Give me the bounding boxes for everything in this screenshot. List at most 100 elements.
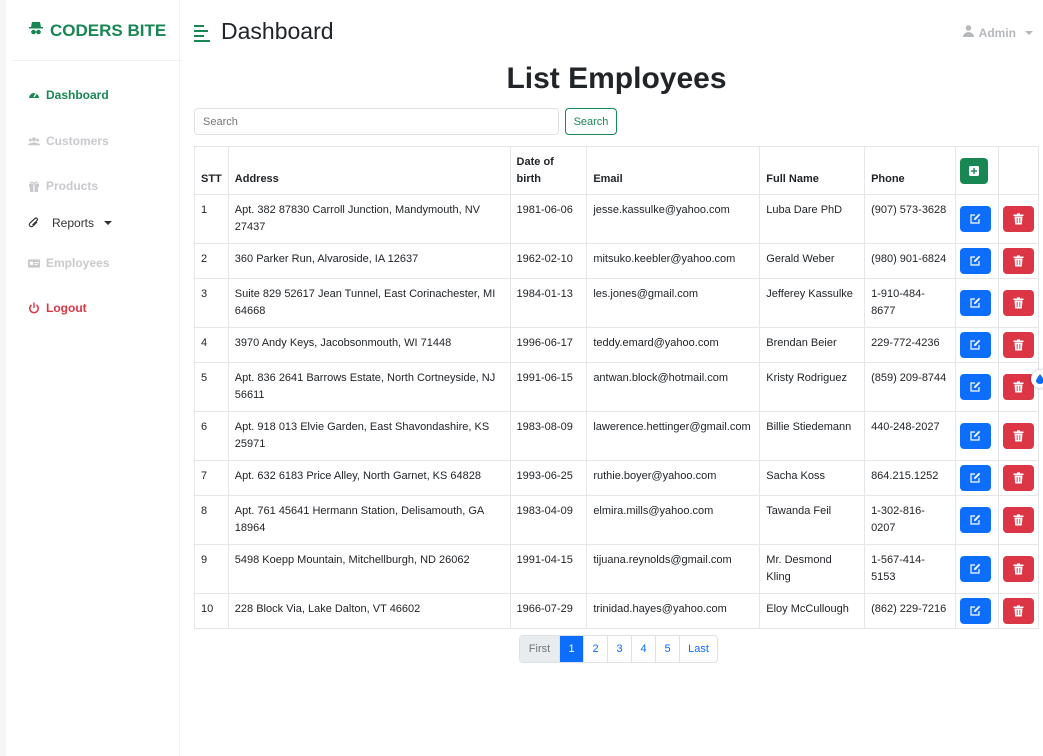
pagination-page-1[interactable]: 1 <box>559 636 583 662</box>
sidebar-item-reports[interactable]: Reports <box>28 216 113 230</box>
sidebar-item-label: Employees <box>46 256 110 270</box>
cell-email: lawerence.hettinger@gmail.com <box>586 411 761 461</box>
search-button[interactable]: Search <box>565 108 617 135</box>
delete-button[interactable] <box>1002 507 1034 533</box>
trash-icon <box>1013 605 1024 617</box>
edit-button[interactable] <box>959 556 991 582</box>
delete-button[interactable] <box>1002 598 1034 624</box>
pagination-first[interactable]: First <box>520 636 559 662</box>
plus-square-icon <box>968 165 979 176</box>
brand-logo[interactable]: CODERS BITE <box>28 20 166 41</box>
cell-full-name: Mr. Desmond Kling <box>759 544 866 594</box>
delete-button[interactable] <box>1002 556 1034 582</box>
cell-delete <box>997 495 1040 545</box>
trash-icon <box>1013 563 1024 575</box>
cell-dob: 1993-06-25 <box>509 460 588 496</box>
cell-edit <box>954 327 999 363</box>
edit-button[interactable] <box>959 332 991 358</box>
cell-stt: 6 <box>194 411 229 461</box>
cell-edit <box>954 495 999 545</box>
cell-address: Apt. 761 45641 Hermann Station, Delisamo… <box>227 495 511 545</box>
table-row: 10 228 Block Via, Lake Dalton, VT 46602 … <box>194 593 1040 629</box>
pagination-page-2[interactable]: 2 <box>583 636 607 662</box>
pagination-page-4[interactable]: 4 <box>631 636 655 662</box>
pagination-page-3[interactable]: 3 <box>607 636 631 662</box>
add-employee-button[interactable] <box>959 157 988 184</box>
cell-stt: 7 <box>194 460 229 496</box>
table-row: 4 3970 Andy Keys, Jacobsonmouth, WI 7144… <box>194 327 1040 363</box>
cell-delete <box>997 327 1040 363</box>
cell-delete <box>997 411 1040 461</box>
cell-stt: 2 <box>194 243 229 279</box>
delete-button[interactable] <box>1002 290 1034 316</box>
cell-dob: 1981-06-06 <box>509 194 588 244</box>
cell-dob: 1966-07-29 <box>509 593 588 629</box>
cell-email: antwan.block@hotmail.com <box>586 362 761 412</box>
table-header-row: STT Address Date of birth Email Full Nam… <box>194 146 1040 195</box>
edit-icon <box>970 381 981 392</box>
cell-dob: 1991-06-15 <box>509 362 588 412</box>
cell-phone: (980) 901-6824 <box>864 243 956 279</box>
cell-address: 228 Block Via, Lake Dalton, VT 46602 <box>227 593 511 629</box>
edit-icon <box>970 430 981 441</box>
delete-button[interactable] <box>1002 206 1034 232</box>
user-menu[interactable]: Admin <box>962 25 1033 40</box>
cell-delete <box>997 460 1040 496</box>
cell-phone: 229-772-4236 <box>864 327 956 363</box>
pagination-page-5[interactable]: 5 <box>655 636 679 662</box>
edit-button[interactable] <box>959 423 991 449</box>
brand-name: CODERS BITE <box>50 20 167 40</box>
delete-button[interactable] <box>1002 374 1034 400</box>
edit-icon <box>970 605 981 616</box>
cell-stt: 8 <box>194 495 229 545</box>
edit-button[interactable] <box>959 374 991 400</box>
menu-toggle-icon[interactable] <box>194 25 210 42</box>
edit-button[interactable] <box>959 507 991 533</box>
pagination-last[interactable]: Last <box>679 636 717 662</box>
sidebar: CODERS BITE Dashboard Customers Products… <box>0 0 182 756</box>
column-header-email: Email <box>586 146 761 195</box>
edit-button[interactable] <box>959 465 991 491</box>
cell-email: trinidad.hayes@yahoo.com <box>586 593 761 629</box>
trash-icon <box>1013 472 1024 484</box>
cell-delete <box>997 194 1040 244</box>
delete-button[interactable] <box>1002 332 1034 358</box>
cell-stt: 10 <box>194 593 229 629</box>
edit-icon <box>970 213 981 224</box>
pagination: First 1 2 3 4 5 Last <box>519 635 718 663</box>
cell-stt: 9 <box>194 544 229 594</box>
edit-button[interactable] <box>959 248 991 274</box>
id-card-icon <box>28 257 40 269</box>
sidebar-item-dashboard[interactable]: Dashboard <box>28 88 109 102</box>
edit-button[interactable] <box>959 598 991 624</box>
cell-dob: 1984-01-13 <box>509 278 588 328</box>
edit-icon <box>970 297 981 308</box>
cell-edit <box>954 544 999 594</box>
sidebar-item-employees[interactable]: Employees <box>28 256 109 270</box>
edit-button[interactable] <box>959 206 991 232</box>
trash-icon <box>1013 430 1024 442</box>
delete-button[interactable] <box>1002 465 1034 491</box>
sidebar-item-label: Logout <box>46 301 87 315</box>
cell-address: 360 Parker Run, Alvaroside, IA 12637 <box>227 243 511 279</box>
table-row: 9 5498 Koepp Mountain, Mitchellburgh, ND… <box>194 544 1040 594</box>
edit-button[interactable] <box>959 290 991 316</box>
cell-email: ruthie.boyer@yahoo.com <box>586 460 761 496</box>
search-input[interactable] <box>194 108 559 135</box>
droplet-icon[interactable] <box>1031 370 1043 388</box>
sidebar-item-customers[interactable]: Customers <box>28 134 109 148</box>
cell-address: Apt. 836 2641 Barrows Estate, North Cort… <box>227 362 511 412</box>
delete-button[interactable] <box>1002 423 1034 449</box>
cell-edit <box>954 593 999 629</box>
cell-edit <box>954 243 999 279</box>
sidebar-item-logout[interactable]: Logout <box>28 301 87 315</box>
cell-full-name: Kristy Rodriguez <box>759 362 866 412</box>
delete-button[interactable] <box>1002 248 1034 274</box>
cell-email: tijuana.reynolds@gmail.com <box>586 544 761 594</box>
cell-delete <box>997 362 1040 412</box>
sidebar-item-products[interactable]: Products <box>28 179 98 193</box>
trash-icon <box>1013 514 1024 526</box>
cell-edit <box>954 194 999 244</box>
trash-icon <box>1013 213 1024 225</box>
trash-icon <box>1013 381 1024 393</box>
